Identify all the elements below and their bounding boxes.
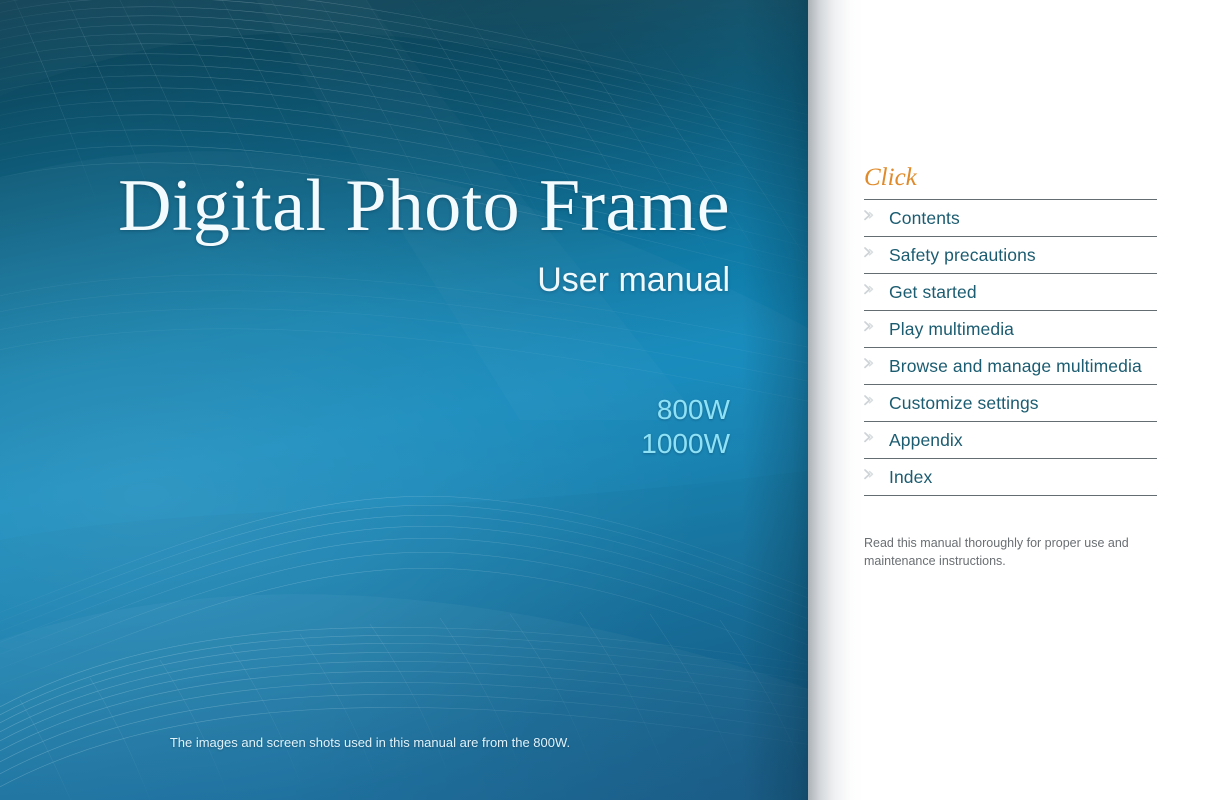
chevron-right-icon <box>864 355 889 371</box>
chevron-right-icon <box>864 466 889 482</box>
toc-item-play-multimedia[interactable]: Play multimedia <box>864 311 1157 348</box>
cover-footnote: The images and screen shots used in this… <box>169 735 571 750</box>
page-subtitle: User manual <box>537 261 730 299</box>
chevron-right-icon <box>864 318 889 334</box>
toc-item-label[interactable]: Get started <box>889 281 1157 303</box>
manual-cover-page: Digital Photo Frame User manual 800W 100… <box>0 0 1213 800</box>
panel-drop-shadow <box>808 0 864 800</box>
toc-item-get-started[interactable]: Get started <box>864 274 1157 311</box>
toc-item-label[interactable]: Contents <box>889 207 1157 229</box>
toc-item-label[interactable]: Appendix <box>889 429 1157 451</box>
model-number-1: 800W <box>656 394 730 425</box>
chevron-right-icon <box>864 429 889 445</box>
toc-link-list: Contents Safety precautions Get started … <box>864 199 1157 496</box>
toc-item-contents[interactable]: Contents <box>864 200 1157 237</box>
model-number-2: 1000W <box>641 428 730 459</box>
click-heading: Click <box>864 164 917 191</box>
toc-item-label[interactable]: Browse and manage multimedia <box>889 355 1157 377</box>
toc-item-label[interactable]: Index <box>889 466 1157 488</box>
toc-item-appendix[interactable]: Appendix <box>864 422 1157 459</box>
table-of-contents-panel: Click Contents Safety precautions Get st… <box>808 0 1213 800</box>
model-number-list: 800W 1000W <box>0 393 730 461</box>
toc-item-label[interactable]: Customize settings <box>889 392 1157 414</box>
chevron-right-icon <box>864 281 889 297</box>
toc-item-browse-and-manage-multimedia[interactable]: Browse and manage multimedia <box>864 348 1157 385</box>
cover-text-block: Digital Photo Frame User manual 800W 100… <box>0 0 812 800</box>
toc-item-index[interactable]: Index <box>864 459 1157 496</box>
toc-item-label[interactable]: Safety precautions <box>889 244 1157 266</box>
chevron-right-icon <box>864 392 889 408</box>
toc-item-label[interactable]: Play multimedia <box>889 318 1157 340</box>
toc-item-safety-precautions[interactable]: Safety precautions <box>864 237 1157 274</box>
cover-artwork-panel: Digital Photo Frame User manual 800W 100… <box>0 0 812 800</box>
page-title: Digital Photo Frame <box>118 165 730 247</box>
chevron-right-icon <box>864 244 889 260</box>
chevron-right-icon <box>864 207 889 223</box>
toc-item-customize-settings[interactable]: Customize settings <box>864 385 1157 422</box>
read-manual-note: Read this manual thoroughly for proper u… <box>864 536 1129 568</box>
